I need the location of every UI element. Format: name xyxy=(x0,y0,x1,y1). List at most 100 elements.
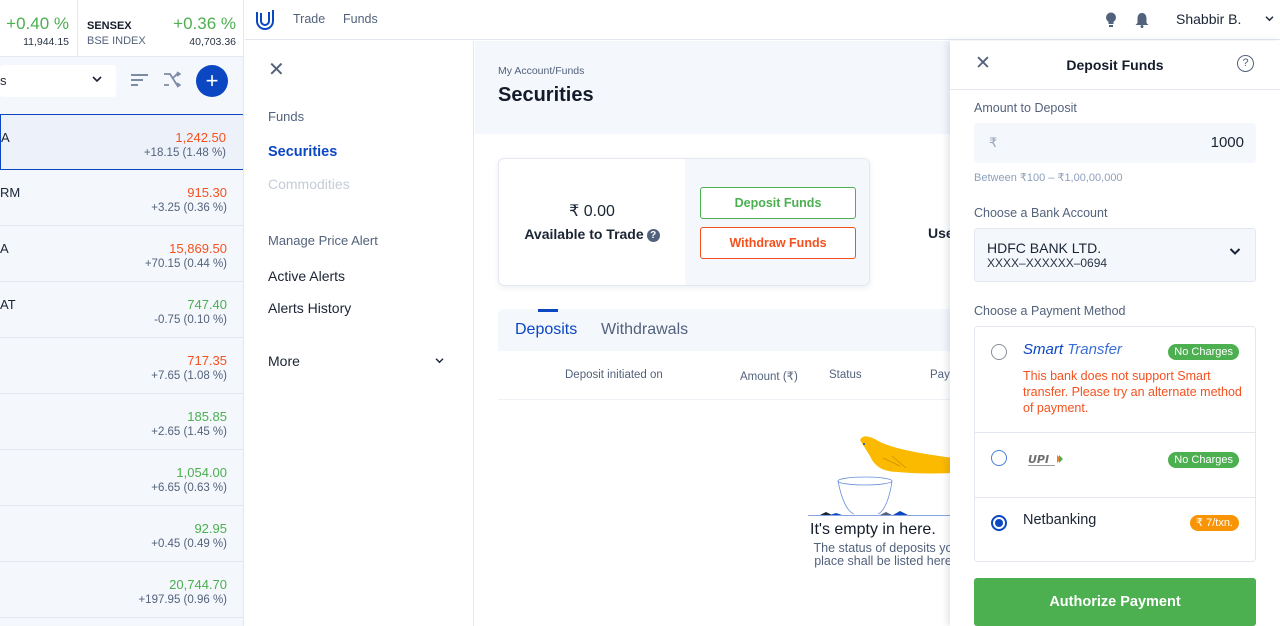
withdraw-funds-button[interactable]: Withdraw Funds xyxy=(700,227,856,259)
tab-withdrawals[interactable]: Withdrawals xyxy=(601,321,688,339)
watchlist-row[interactable]: 1,054.00 +6.65 (0.63 %) xyxy=(0,450,243,506)
user-menu[interactable]: Shabbir B. xyxy=(1176,11,1241,27)
menu-item-alerts-history[interactable]: Alerts History xyxy=(268,300,351,316)
lightbulb-icon[interactable] xyxy=(1105,12,1117,28)
account-side-menu: ✕ Funds Securities Commodities Manage Pr… xyxy=(245,41,474,626)
fund-actions: Deposit Funds Withdraw Funds xyxy=(685,159,869,285)
row-change: -0.75 (0.10 %) xyxy=(154,314,227,326)
amount-hint: Between ₹100 – ₹1,00,00,000 xyxy=(974,172,1123,184)
watchlist-row[interactable]: 185.85 +2.65 (1.45 %) xyxy=(0,394,243,450)
amount-input[interactable]: ₹ 1000 xyxy=(974,123,1256,163)
bank-account-number: XXXX–XXXXXX–0694 xyxy=(987,256,1108,270)
upi-logo-text: UPI xyxy=(1028,453,1049,466)
help-icon[interactable]: ? xyxy=(646,229,660,242)
radio-smart-transfer[interactable] xyxy=(991,344,1007,360)
menu-section-price-alert: Manage Price Alert xyxy=(268,233,378,248)
row-symbol: A xyxy=(1,130,10,145)
panel-title: Deposit Funds xyxy=(1066,57,1164,73)
transactions-card: Deposits Withdrawals Deposit initiated o… xyxy=(498,309,950,626)
page-header: My Account/Funds Securities xyxy=(475,41,950,134)
watchlist-select[interactable]: s xyxy=(0,65,116,97)
rupee-icon: ₹ xyxy=(989,135,998,150)
menu-item-commodities: Commodities xyxy=(268,176,350,192)
watchlist-row[interactable]: 717.35 +7.65 (1.08 %) xyxy=(0,338,243,394)
payment-method-netbanking[interactable]: Netbanking ₹ 7/txn. xyxy=(975,498,1255,561)
tab-deposits[interactable]: Deposits xyxy=(515,321,577,339)
row-price: 1,054.00 xyxy=(176,465,227,480)
indices-bar: +0.40 % 11,944.15 SENSEX BSE INDEX +0.36… xyxy=(0,0,243,57)
bell-icon[interactable] xyxy=(1135,12,1149,28)
netbanking-label: Netbanking xyxy=(1023,512,1097,528)
column-header: Amount (₹) xyxy=(740,371,798,383)
nav-trade[interactable]: Trade xyxy=(293,12,325,26)
row-price: 747.40 xyxy=(187,297,227,312)
deposit-funds-panel: ✕ Deposit Funds ? Amount to Deposit ₹ 10… xyxy=(950,41,1280,626)
watchlist-row[interactable]: 20,744.70 +197.95 (0.96 %) xyxy=(0,562,243,618)
amount-label: Amount to Deposit xyxy=(974,101,1077,115)
menu-item-more[interactable]: More xyxy=(268,353,300,369)
chevron-down-icon xyxy=(1229,248,1241,255)
used-margin-label: Use xyxy=(928,225,950,241)
balance-summary: ₹ 0.00 Available to Trade? xyxy=(499,159,685,285)
breadcrumb[interactable]: My Account/Funds xyxy=(498,65,584,77)
row-change: +197.95 (0.96 %) xyxy=(138,594,227,606)
nav-funds[interactable]: Funds xyxy=(343,12,378,26)
smart-transfer-part1: Smart xyxy=(1023,341,1064,358)
deposit-funds-button[interactable]: Deposit Funds xyxy=(700,187,856,219)
panel-header: ✕ Deposit Funds ? xyxy=(950,41,1280,90)
watchlist-row[interactable]: A 1,242.50 +18.15 (1.48 %) xyxy=(0,114,243,170)
row-price: 1,242.50 xyxy=(175,130,226,145)
menu-section-funds: Funds xyxy=(268,109,305,124)
shuffle-icon[interactable] xyxy=(163,71,181,89)
payment-methods: Smart Transfer No Charges This bank does… xyxy=(974,326,1256,562)
add-to-watchlist-button[interactable]: + xyxy=(196,65,228,97)
payment-method-smart-transfer[interactable]: Smart Transfer No Charges This bank does… xyxy=(975,327,1255,433)
column-header: Status xyxy=(829,369,862,381)
payment-method-label: Choose a Payment Method xyxy=(974,304,1126,318)
index-nifty[interactable]: +0.40 % 11,944.15 xyxy=(0,0,78,57)
row-change: +6.65 (0.63 %) xyxy=(151,482,227,494)
watchlist-row[interactable]: RM 915.30 +3.25 (0.36 %) xyxy=(0,170,243,226)
row-symbol: RM xyxy=(0,185,21,200)
chevron-down-icon[interactable] xyxy=(1265,14,1274,25)
row-price: 915.30 xyxy=(187,185,227,200)
bank-account-select[interactable]: HDFC BANK LTD. XXXX–XXXXXX–0694 xyxy=(974,228,1256,282)
index-exchange: BSE INDEX xyxy=(87,35,146,47)
balance-card: ₹ 0.00 Available to Trade? Deposit Funds… xyxy=(498,158,870,286)
index-change: +0.36 % xyxy=(173,14,236,33)
empty-state-title: It's empty in here. xyxy=(810,521,936,538)
row-price: 92.95 xyxy=(194,521,227,536)
authorize-payment-button[interactable]: Authorize Payment xyxy=(974,578,1256,626)
no-charges-badge: No Charges xyxy=(1168,452,1239,468)
menu-item-active-alerts[interactable]: Active Alerts xyxy=(268,268,345,284)
watchlist-row[interactable]: AT 747.40 -0.75 (0.10 %) xyxy=(0,282,243,338)
radio-netbanking[interactable] xyxy=(991,515,1007,531)
help-icon[interactable]: ? xyxy=(1237,55,1254,72)
watchlist-row[interactable]: A 15,869.50 +70.15 (0.44 %) xyxy=(0,226,243,282)
active-tab-indicator xyxy=(538,309,558,312)
brand-logo-icon[interactable] xyxy=(255,9,275,31)
radio-upi[interactable] xyxy=(991,450,1007,466)
smart-transfer-error: This bank does not support Smart transfe… xyxy=(1023,369,1242,415)
sort-icon[interactable] xyxy=(131,72,149,88)
row-change: +0.45 (0.49 %) xyxy=(151,538,227,550)
no-charges-badge: No Charges xyxy=(1168,344,1239,360)
menu-item-securities[interactable]: Securities xyxy=(268,144,337,160)
index-change: +0.40 % xyxy=(6,14,69,33)
row-price: 185.85 xyxy=(187,409,227,424)
index-sensex[interactable]: SENSEX BSE INDEX +0.36 % 40,703.36 xyxy=(78,0,243,57)
payment-method-upi[interactable]: UPI No Charges xyxy=(975,433,1255,498)
main-content: My Account/Funds Securities ₹ 0.00 Avail… xyxy=(475,41,950,626)
empty-state-bird-illustration xyxy=(808,436,950,516)
watchlist-row[interactable]: 92.95 +0.45 (0.49 %) xyxy=(0,506,243,562)
close-icon[interactable]: ✕ xyxy=(268,60,285,80)
table-header: Deposit initiated on Amount (₹) Status P… xyxy=(498,351,950,400)
watchlist-panel: +0.40 % 11,944.15 SENSEX BSE INDEX +0.36… xyxy=(0,0,244,626)
row-symbol: AT xyxy=(0,297,16,312)
column-header: Pay xyxy=(930,369,950,381)
chevron-down-icon[interactable] xyxy=(435,355,444,367)
transaction-tabs: Deposits Withdrawals xyxy=(498,309,950,351)
smart-transfer-part2: Transfer xyxy=(1067,341,1122,358)
index-name: SENSEX xyxy=(87,20,132,32)
row-change: +18.15 (1.48 %) xyxy=(143,147,226,159)
